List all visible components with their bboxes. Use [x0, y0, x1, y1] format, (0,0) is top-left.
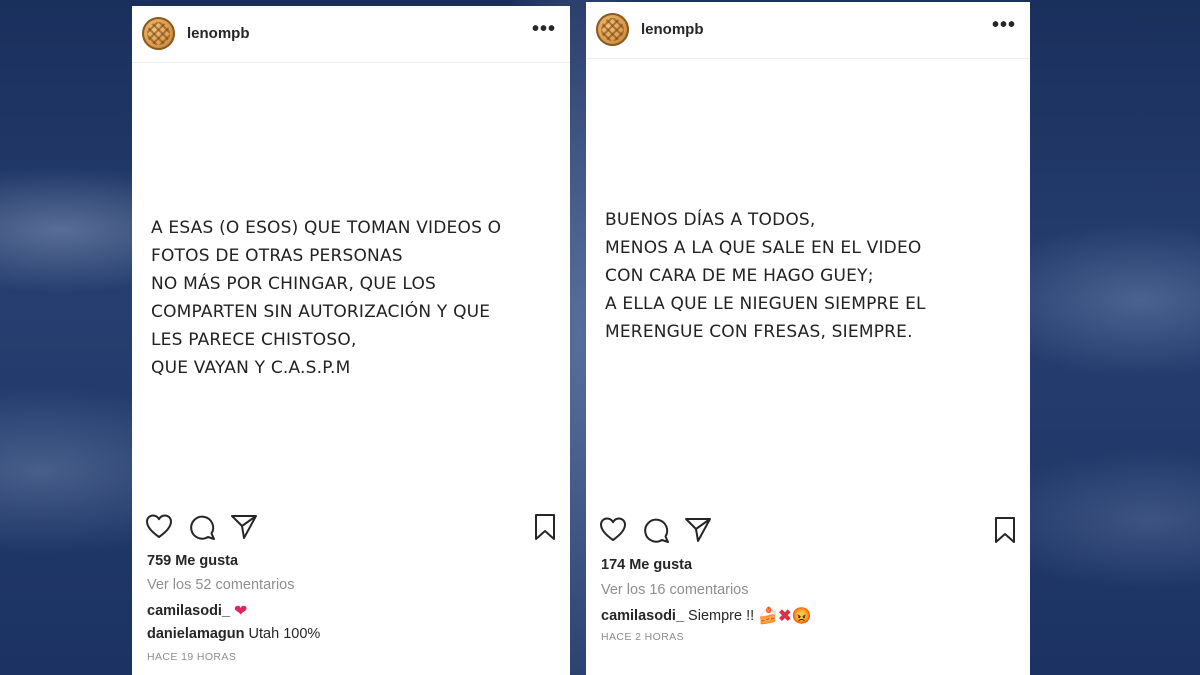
post-text-line: CON CARA DE ME HAGO GUEY;	[605, 266, 874, 286]
cake-emoji: 🍰	[758, 608, 779, 625]
post-timestamp: HACE 19 HORAS	[147, 651, 237, 663]
post-username[interactable]: lenompb	[187, 25, 250, 42]
heart-emoji: ❤	[234, 603, 248, 620]
post-username[interactable]: lenompb	[641, 21, 704, 38]
post-text-line: FOTOS DE OTRAS PERSONAS	[151, 246, 403, 266]
post-text-line: MERENGUE CON FRESAS, SIEMPRE.	[605, 322, 913, 342]
post-text-line: MENOS A LA QUE SALE EN EL VIDEO	[605, 238, 922, 258]
avatar[interactable]	[596, 13, 629, 46]
more-horizontal-icon[interactable]: •••	[532, 18, 556, 41]
post-header: lenompb •••	[586, 2, 1030, 59]
comment-text: Siempre !!	[688, 608, 755, 624]
more-horizontal-icon[interactable]: •••	[992, 14, 1016, 37]
share-icon[interactable]	[229, 512, 259, 542]
avatar[interactable]	[142, 17, 175, 50]
likes-count[interactable]: 174 Me gusta	[601, 557, 692, 573]
angry-face-emoji: 😡	[791, 608, 812, 625]
post-text-line: COMPARTEN SIN AUTORIZACIÓN Y QUE	[151, 302, 491, 322]
instagram-post: lenompb ••• BUENOS DÍAS A TODOS, MENOS A…	[586, 2, 1030, 675]
heart-icon[interactable]	[598, 515, 628, 545]
post-text-line: A ESAS (O ESOS) QUE TOMAN VIDEOS O	[151, 218, 502, 238]
cross-mark-emoji: ✖	[778, 608, 792, 625]
post-actions	[586, 515, 1030, 545]
post-header: lenompb •••	[132, 6, 570, 63]
share-icon[interactable]	[683, 515, 713, 545]
view-comments-link[interactable]: Ver los 16 comentarios	[601, 582, 749, 598]
comment-username[interactable]: danielamagun	[147, 626, 245, 642]
post-text-line: NO MÁS POR CHINGAR, QUE LOS	[151, 274, 437, 294]
comment-text: Utah 100%	[248, 626, 321, 642]
bookmark-icon[interactable]	[990, 515, 1020, 545]
comment: camilasodi_ Siempre !! 🍰✖😡	[601, 606, 811, 626]
view-comments-link[interactable]: Ver los 52 comentarios	[147, 577, 295, 593]
post-text-line: BUENOS DÍAS A TODOS,	[605, 210, 816, 230]
heart-icon[interactable]	[144, 512, 174, 542]
post-text-line: QUE VAYAN Y C.A.S.P.M	[151, 358, 351, 378]
post-image-text: A ESAS (O ESOS) QUE TOMAN VIDEOS O FOTOS…	[151, 214, 558, 382]
instagram-post: lenompb ••• A ESAS (O ESOS) QUE TOMAN VI…	[132, 6, 570, 675]
likes-count[interactable]: 759 Me gusta	[147, 553, 238, 569]
post-timestamp: HACE 2 HORAS	[601, 631, 684, 643]
comment: camilasodi_ ❤	[147, 601, 247, 621]
post-actions	[132, 512, 570, 542]
post-text-line: LES PARECE CHISTOSO,	[151, 330, 357, 350]
post-text-line: A ELLA QUE LE NIEGUEN SIEMPRE EL	[605, 294, 926, 314]
comment-icon[interactable]	[187, 512, 217, 542]
comment-username[interactable]: camilasodi_	[601, 608, 684, 624]
bookmark-icon[interactable]	[530, 512, 560, 542]
comment-icon[interactable]	[641, 515, 671, 545]
comment-username[interactable]: camilasodi_	[147, 603, 230, 619]
post-image-text: BUENOS DÍAS A TODOS, MENOS A LA QUE SALE…	[605, 206, 1018, 346]
comment: danielamagun Utah 100%	[147, 626, 320, 642]
